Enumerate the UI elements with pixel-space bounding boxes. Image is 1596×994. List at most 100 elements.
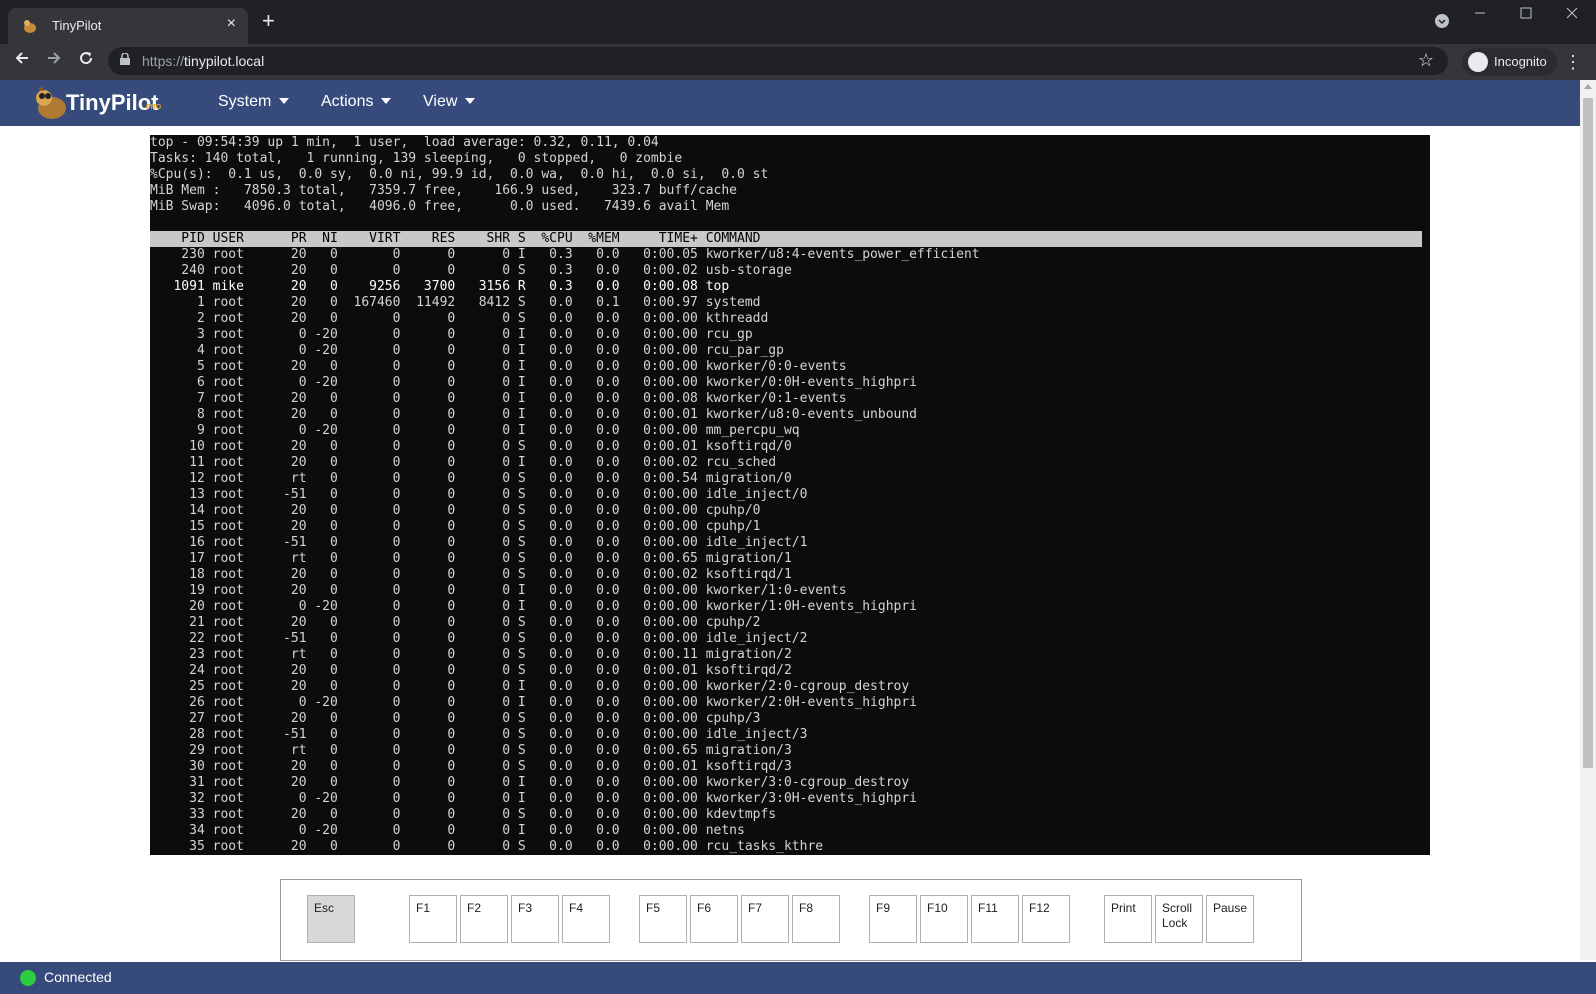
table-row: 29 root rt 0 0 0 0 S 0.0 0.0 0:00.65 mig…: [150, 743, 792, 758]
key-f4[interactable]: F4: [562, 895, 610, 943]
tab-search-icon[interactable]: [1434, 13, 1450, 32]
table-row: 23 root rt 0 0 0 0 S 0.0 0.0 0:00.11 mig…: [150, 647, 792, 662]
key-pause[interactable]: Pause: [1206, 895, 1254, 943]
summary-line: Tasks: 140 total, 1 running, 139 sleepin…: [150, 151, 683, 166]
table-row: 19 root 20 0 0 0 0 I 0.0 0.0 0:00.00 kwo…: [150, 583, 847, 598]
browser-menu-icon[interactable]: ⋮: [1564, 52, 1582, 73]
table-row: 21 root 20 0 0 0 0 S 0.0 0.0 0:00.00 cpu…: [150, 615, 761, 630]
connection-status-icon: [20, 970, 36, 986]
table-row: 15 root 20 0 0 0 0 S 0.0 0.0 0:00.00 cpu…: [150, 519, 761, 534]
key-print[interactable]: Print: [1104, 895, 1152, 943]
table-row: 1091 mike 20 0 9256 3700 3156 R 0.3 0.0 …: [150, 279, 730, 294]
chevron-down-icon: [381, 98, 392, 104]
scrollbar-thumb[interactable]: [1583, 98, 1593, 768]
table-row: 20 root 0 -20 0 0 0 I 0.0 0.0 0:00.00 kw…: [150, 599, 918, 614]
key-f9[interactable]: F9: [869, 895, 917, 943]
process-table: 230 root 20 0 0 0 0 I 0.3 0.0 0:00.05 kw…: [150, 247, 1430, 855]
table-row: 32 root 0 -20 0 0 0 I 0.0 0.0 0:00.00 kw…: [150, 791, 918, 806]
key-f12[interactable]: F12: [1022, 895, 1070, 943]
table-row: 2 root 20 0 0 0 0 S 0.0 0.0 0:00.00 kthr…: [150, 311, 769, 326]
scroll-up-icon[interactable]: [1584, 84, 1592, 89]
table-row: 8 root 20 0 0 0 0 I 0.0 0.0 0:00.01 kwor…: [150, 407, 918, 422]
connection-status: Connected: [44, 969, 112, 985]
key-f11[interactable]: F11: [971, 895, 1019, 943]
table-row: 17 root rt 0 0 0 0 S 0.0 0.0 0:00.65 mig…: [150, 551, 792, 566]
key-scroll-lock[interactable]: Scroll Lock: [1155, 895, 1203, 943]
process-table-header: PID USER PR NI VIRT RES SHR S %CPU %MEM …: [150, 231, 1422, 247]
url-text: https://tinypilot.local: [142, 53, 264, 69]
table-row: 22 root -51 0 0 0 0 S 0.0 0.0 0:00.00 id…: [150, 631, 808, 646]
table-row: 11 root 20 0 0 0 0 I 0.0 0.0 0:00.02 rcu…: [150, 455, 777, 470]
table-row: 7 root 20 0 0 0 0 I 0.0 0.0 0:00.08 kwor…: [150, 391, 847, 406]
lock-icon: [120, 53, 130, 65]
maximize-icon[interactable]: [1520, 6, 1532, 22]
address-input[interactable]: https://tinypilot.local ☆: [108, 47, 1448, 75]
menu-system[interactable]: System: [218, 93, 290, 111]
table-row: 28 root -51 0 0 0 0 S 0.0 0.0 0:00.00 id…: [150, 727, 808, 742]
close-tab-icon[interactable]: ×: [227, 15, 236, 33]
menu-actions-label: Actions: [321, 93, 374, 110]
key-esc[interactable]: Esc: [307, 895, 355, 943]
menu-actions[interactable]: Actions: [321, 93, 392, 111]
key-f10[interactable]: F10: [920, 895, 968, 943]
table-row: 12 root rt 0 0 0 0 S 0.0 0.0 0:00.54 mig…: [150, 471, 792, 486]
incognito-icon: [1468, 52, 1488, 72]
brand-name: TinyPilot: [66, 90, 159, 115]
table-row: 13 root -51 0 0 0 0 S 0.0 0.0 0:00.00 id…: [150, 487, 808, 502]
key-f8[interactable]: F8: [792, 895, 840, 943]
key-f5[interactable]: F5: [639, 895, 687, 943]
table-row: 5 root 20 0 0 0 0 I 0.0 0.0 0:00.00 kwor…: [150, 359, 847, 374]
browser-tab[interactable]: TinyPilot ×: [8, 8, 248, 44]
back-icon[interactable]: [10, 50, 34, 71]
summary-line: MiB Swap: 4096.0 total, 4096.0 free, 0.0…: [150, 199, 730, 214]
menu-view[interactable]: View: [423, 93, 476, 111]
url-host: tinypilot.local: [184, 53, 265, 69]
key-f1[interactable]: F1: [409, 895, 457, 943]
menu-view-label: View: [423, 93, 458, 110]
key-f2[interactable]: F2: [460, 895, 508, 943]
table-row: 240 root 20 0 0 0 0 S 0.3 0.0 0:00.02 us…: [150, 263, 792, 278]
on-screen-keyboard: Esc F1 F2 F3 F4 F5 F6 F7 F8 F9 F10 F11 F12 Print Scrol…: [280, 879, 1302, 961]
url-scheme: https://: [142, 53, 185, 69]
table-row: 35 root 20 0 0 0 0 S 0.0 0.0 0:00.00 rcu…: [150, 839, 824, 854]
incognito-label: Incognito: [1494, 54, 1547, 69]
table-row: 6 root 0 -20 0 0 0 I 0.0 0.0 0:00.00 kwo…: [150, 375, 918, 390]
summary-line: %Cpu(s): 0.1 us, 0.0 sy, 0.0 ni, 99.9 id…: [150, 167, 769, 182]
new-tab-button[interactable]: +: [262, 10, 275, 32]
incognito-badge[interactable]: Incognito: [1462, 48, 1557, 76]
key-f6[interactable]: F6: [690, 895, 738, 943]
table-row: 10 root 20 0 0 0 0 S 0.0 0.0 0:00.01 kso…: [150, 439, 792, 454]
minimize-icon[interactable]: [1474, 6, 1486, 22]
table-row: 4 root 0 -20 0 0 0 I 0.0 0.0 0:00.00 rcu…: [150, 343, 784, 358]
table-row: 31 root 20 0 0 0 0 I 0.0 0.0 0:00.00 kwo…: [150, 775, 910, 790]
key-f7[interactable]: F7: [741, 895, 789, 943]
page-scrollbar[interactable]: [1580, 80, 1596, 960]
table-row: 18 root 20 0 0 0 0 S 0.0 0.0 0:00.02 kso…: [150, 567, 792, 582]
key-f3[interactable]: F3: [511, 895, 559, 943]
browser-tab-bar: TinyPilot × +: [0, 0, 1596, 44]
close-window-icon[interactable]: [1566, 6, 1578, 22]
tinypilot-logo-icon: [36, 86, 66, 119]
table-row: 14 root 20 0 0 0 0 S 0.0 0.0 0:00.00 cpu…: [150, 503, 761, 518]
brand-suffix: PRO: [146, 104, 162, 111]
table-row: 1 root 20 0 167460 11492 8412 S 0.0 0.1 …: [150, 295, 761, 310]
top-summary: top - 09:54:39 up 1 min, 1 user, load av…: [150, 135, 1430, 215]
reload-icon[interactable]: [74, 50, 98, 71]
summary-line: top - 09:54:39 up 1 min, 1 user, load av…: [150, 135, 659, 150]
table-row: 27 root 20 0 0 0 0 S 0.0 0.0 0:00.00 cpu…: [150, 711, 761, 726]
table-row: 25 root 20 0 0 0 0 I 0.0 0.0 0:00.00 kwo…: [150, 679, 910, 694]
status-bar: Connected: [0, 962, 1596, 994]
table-row: 34 root 0 -20 0 0 0 I 0.0 0.0 0:00.00 ne…: [150, 823, 745, 838]
table-row: 16 root -51 0 0 0 0 S 0.0 0.0 0:00.00 id…: [150, 535, 808, 550]
table-row: 33 root 20 0 0 0 0 S 0.0 0.0 0:00.00 kde…: [150, 807, 777, 822]
tinypilot-favicon-icon: [24, 20, 36, 33]
table-row: 3 root 0 -20 0 0 0 I 0.0 0.0 0:00.00 rcu…: [150, 327, 753, 342]
remote-screen[interactable]: top - 09:54:39 up 1 min, 1 user, load av…: [150, 135, 1430, 855]
forward-icon[interactable]: [42, 50, 66, 71]
chevron-down-icon: [279, 98, 290, 104]
table-row: 30 root 20 0 0 0 0 S 0.0 0.0 0:00.01 kso…: [150, 759, 792, 774]
table-row: 24 root 20 0 0 0 0 S 0.0 0.0 0:00.01 kso…: [150, 663, 792, 678]
bookmark-star-icon[interactable]: ☆: [1418, 50, 1434, 71]
tab-title: TinyPilot: [52, 18, 102, 33]
table-row: 230 root 20 0 0 0 0 I 0.3 0.0 0:00.05 kw…: [150, 247, 980, 262]
